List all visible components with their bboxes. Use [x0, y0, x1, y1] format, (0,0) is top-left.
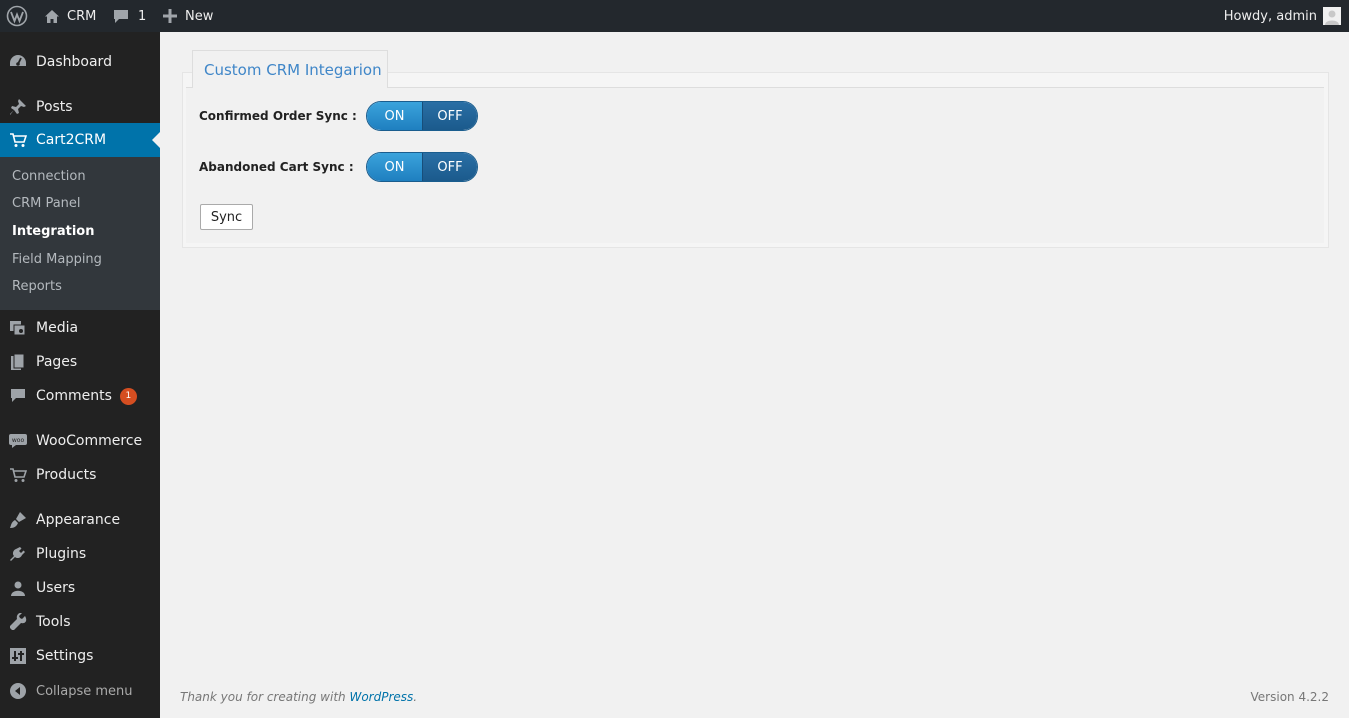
sidebar-item-tools[interactable]: Tools [0, 605, 160, 639]
home-icon [44, 9, 60, 24]
toggle-off[interactable]: OFF [421, 153, 477, 181]
products-icon [0, 467, 36, 483]
admin-bar: CRM 1 New Howdy, admin [0, 0, 1349, 32]
new-content-link[interactable]: New [163, 0, 213, 32]
comments-badge: 1 [119, 387, 137, 405]
submenu-item-connection[interactable]: Connection [12, 169, 86, 184]
sidebar-item-dashboard[interactable]: Dashboard [0, 45, 160, 79]
sidebar-item-label: Comments [36, 388, 112, 404]
svg-text:woo: woo [12, 437, 25, 444]
sidebar-item-comments[interactable]: Comments 1 [0, 379, 160, 413]
dashboard-icon [0, 53, 36, 71]
collapse-menu-label: Collapse menu [36, 683, 133, 699]
sidebar-item-label: Users [36, 580, 76, 596]
cart-icon [0, 132, 36, 148]
comments-link[interactable]: 1 [113, 0, 146, 32]
woo-icon: woo [0, 434, 36, 448]
sidebar-item-label: Tools [36, 614, 71, 630]
comments-count: 1 [138, 8, 147, 24]
collapse-arrow-icon [0, 683, 36, 699]
submenu-item-integration[interactable]: Integration [12, 224, 94, 239]
footer-thanks-text: Thank you for creating with [180, 690, 350, 704]
sidebar-item-label: Posts [36, 99, 73, 115]
account-menu[interactable]: Howdy, admin [1224, 0, 1341, 32]
sidebar-item-posts[interactable]: Posts [0, 90, 160, 124]
toggle-on[interactable]: ON [367, 153, 422, 181]
site-home-link[interactable]: CRM [44, 0, 96, 32]
sidebar-item-media[interactable]: Media [0, 311, 160, 345]
sidebar-item-users[interactable]: Users [0, 571, 160, 605]
submenu-item-crm-panel[interactable]: CRM Panel [12, 196, 81, 211]
admin-sidebar: Dashboard Posts Cart2CRM Connection CRM … [0, 32, 160, 718]
settings-icon [0, 648, 36, 664]
abandoned-cart-sync-toggle[interactable]: ON OFF [366, 152, 478, 182]
sidebar-item-label: WooCommerce [36, 433, 143, 449]
confirmed-order-sync-label: Confirmed Order Sync : [199, 109, 357, 123]
sidebar-item-woocommerce[interactable]: woo WooCommerce [0, 424, 160, 458]
sidebar-item-label: Media [36, 320, 79, 336]
user-icon [0, 580, 36, 596]
plus-icon [163, 9, 177, 23]
comment-bubble-icon [113, 9, 129, 24]
version-text: Version 4.2.2 [1250, 690, 1329, 704]
submenu-item-field-mapping[interactable]: Field Mapping [12, 252, 102, 267]
pin-icon [0, 98, 36, 116]
sidebar-item-label: Products [36, 467, 97, 483]
sidebar-item-label: Cart2CRM [36, 132, 107, 148]
sidebar-item-label: Appearance [36, 512, 121, 528]
sidebar-item-products[interactable]: Products [0, 458, 160, 492]
tab-custom-crm-integration[interactable]: Custom CRM Integarion [192, 50, 388, 88]
submenu-item-reports[interactable]: Reports [12, 279, 62, 294]
howdy-text: Howdy, admin [1223, 8, 1317, 24]
wordpress-link[interactable]: WordPress [349, 690, 413, 704]
site-name: CRM [67, 8, 97, 24]
wordpress-logo-icon[interactable] [6, 0, 28, 32]
footer-thanks: Thank you for creating with WordPress. [180, 690, 417, 704]
wrench-icon [0, 613, 36, 631]
collapse-menu-button[interactable]: Collapse menu [0, 676, 133, 706]
abandoned-cart-sync-label: Abandoned Cart Sync : [199, 160, 354, 174]
toggle-on[interactable]: ON [367, 102, 422, 130]
sidebar-item-label: Pages [36, 354, 78, 370]
sidebar-item-pages[interactable]: Pages [0, 345, 160, 379]
confirmed-order-sync-toggle[interactable]: ON OFF [366, 101, 478, 131]
cart2crm-submenu: Connection CRM Panel Integration Field M… [0, 157, 160, 310]
brush-icon [0, 511, 36, 529]
sidebar-item-label: Plugins [36, 546, 87, 562]
comment-icon [0, 388, 36, 404]
sidebar-item-plugins[interactable]: Plugins [0, 537, 160, 571]
footer-thanks-suffix: . [413, 690, 418, 704]
sidebar-item-label: Dashboard [36, 54, 112, 70]
sync-button[interactable]: Sync [200, 204, 253, 230]
media-icon [0, 319, 36, 337]
sidebar-item-label: Settings [36, 648, 94, 664]
sidebar-item-settings[interactable]: Settings [0, 639, 160, 673]
toggle-off[interactable]: OFF [421, 102, 477, 130]
new-label: New [185, 8, 214, 24]
sidebar-item-cart2crm[interactable]: Cart2CRM [0, 123, 160, 157]
avatar-icon [1323, 7, 1341, 25]
sidebar-item-appearance[interactable]: Appearance [0, 503, 160, 537]
pages-icon [0, 353, 36, 371]
plugin-icon [0, 545, 36, 563]
